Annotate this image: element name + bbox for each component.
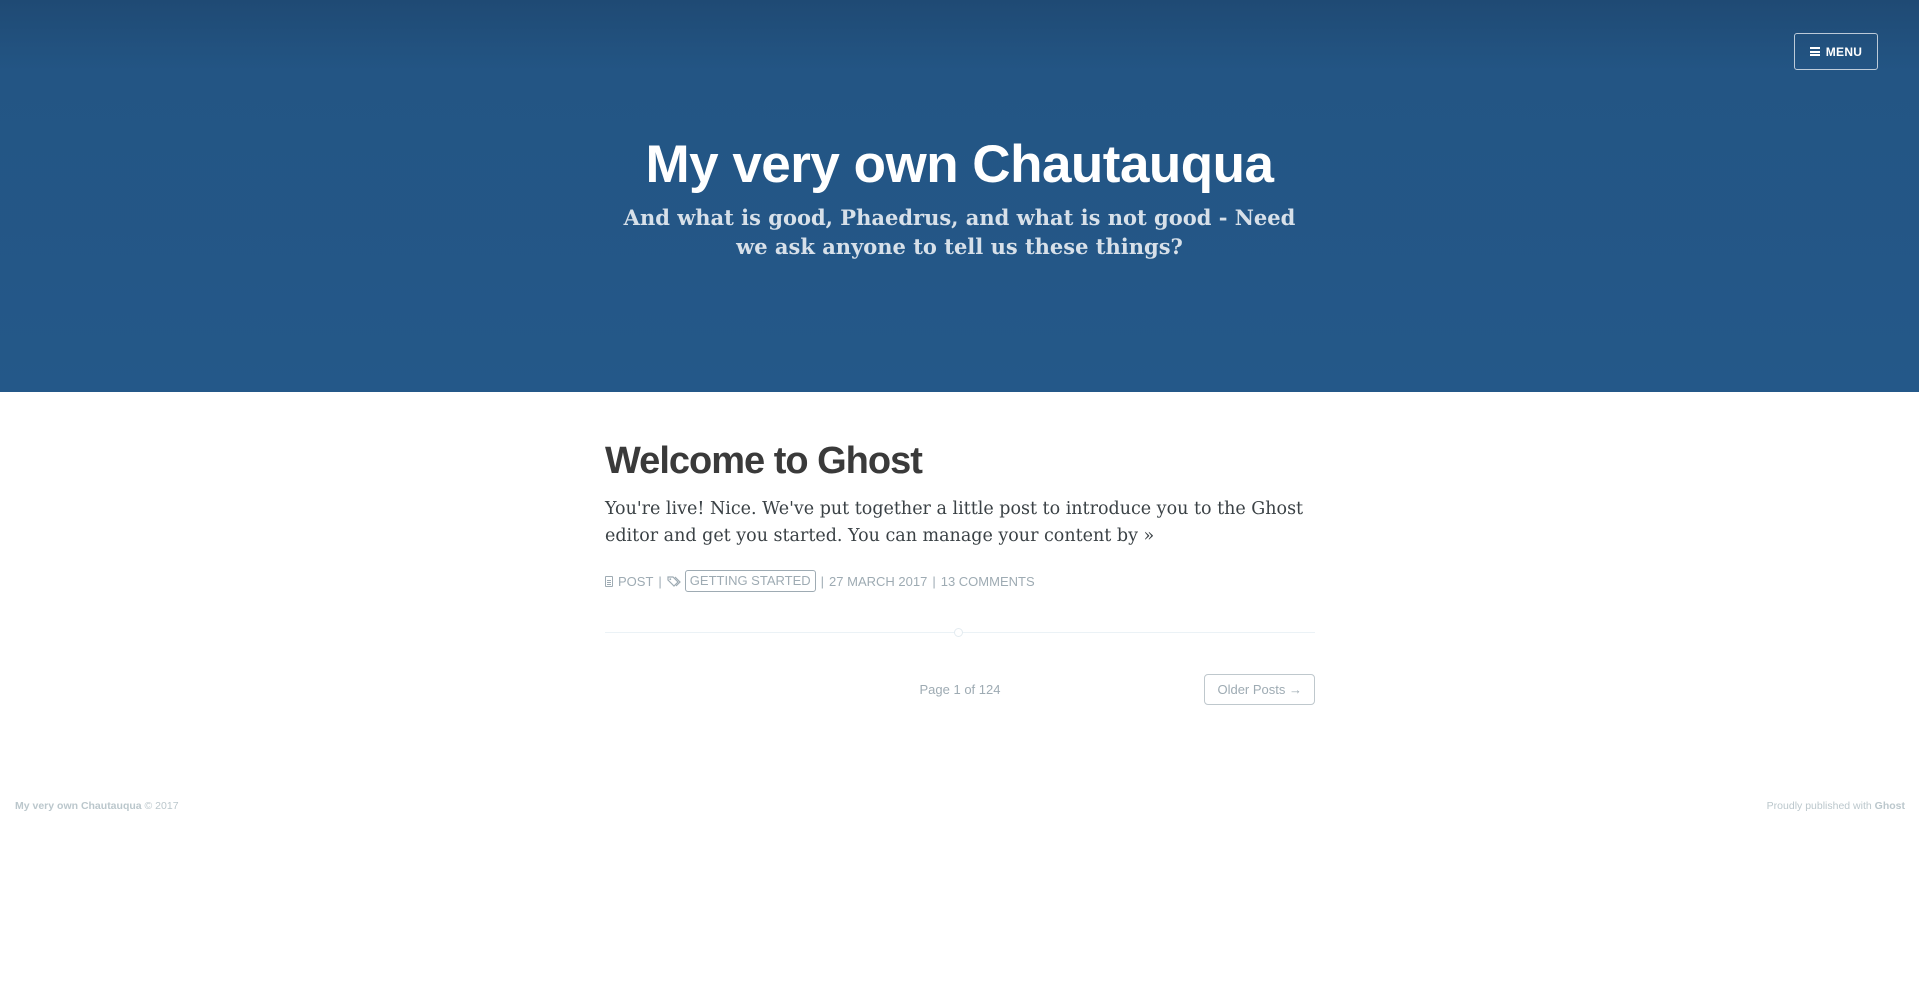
footer-published-prefix: Proudly published with — [1766, 800, 1872, 812]
meta-separator: | — [932, 573, 936, 589]
read-more-link[interactable]: » — [1144, 526, 1155, 546]
post-type: POST — [618, 573, 654, 589]
footer-published: Proudly published with Ghost — [1767, 800, 1905, 812]
blog-description: And what is good, Phaedrus, and what is … — [623, 205, 1296, 259]
older-posts-button[interactable]: Older Posts → — [1204, 674, 1315, 705]
footer-site-link[interactable]: My very own Chautauqua — [15, 800, 142, 812]
meta-separator: | — [820, 573, 825, 589]
post-excerpt: You're live! Nice. We've put together a … — [605, 496, 1315, 550]
footer-copyright-year: © 2017 — [144, 800, 179, 812]
post-excerpt-text: You're live! Nice. We've put together a … — [605, 499, 1304, 546]
comments-link[interactable]: 13 COMMENTS — [941, 574, 1035, 589]
blog-title: My very own Chautauqua — [645, 135, 1274, 194]
menu-button[interactable]: MENU — [1794, 33, 1878, 70]
meta-separator: | — [658, 573, 662, 589]
post-date: 27 MARCH 2017 — [829, 573, 928, 589]
tag-getting-started[interactable]: GETTING STARTED — [684, 570, 816, 592]
hamburger-icon — [1809, 47, 1820, 56]
menu-label: MENU — [1825, 44, 1863, 59]
footer-ghost-link[interactable]: Ghost — [1875, 800, 1905, 812]
post-title-link[interactable]: Welcome to Ghost — [605, 438, 923, 484]
site-header: MENU My very own Chautauqua And what is … — [0, 0, 1919, 392]
post-meta: POST | GETTING STARTED | 27 MARCH 2017 |… — [605, 569, 1035, 593]
divider-dot — [954, 628, 963, 637]
footer-copyright: My very own Chautauqua © 2017 — [15, 800, 179, 812]
tags-icon — [667, 575, 681, 587]
document-icon — [605, 575, 613, 587]
